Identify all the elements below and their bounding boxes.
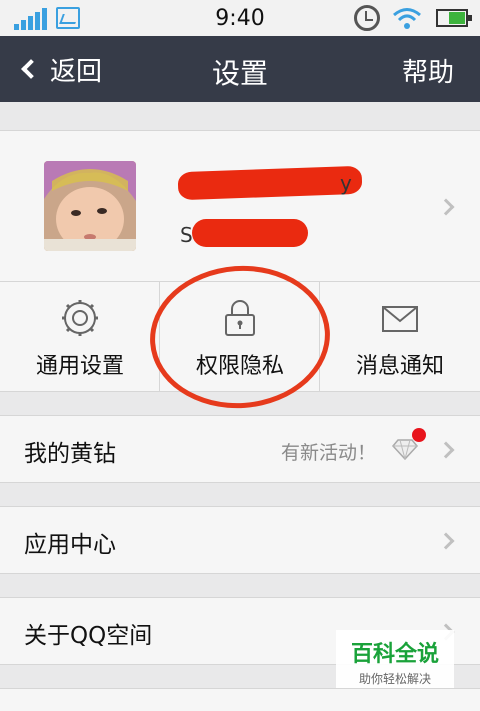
- tile-label: 通用设置: [35, 354, 124, 379]
- watermark: 百科全说 助你轻松解决: [336, 630, 454, 688]
- row-app-center[interactable]: 应用中心: [0, 506, 480, 574]
- chevron-right-icon: [437, 532, 455, 550]
- nickname-tail: y: [340, 171, 352, 195]
- subtitle-lead: S: [180, 223, 193, 247]
- row-label: 我的黄钻: [24, 441, 116, 467]
- new-activity-text: 有新活动！: [280, 442, 376, 464]
- name-redaction: [177, 165, 363, 201]
- tile-notifications[interactable]: 消息通知: [320, 282, 480, 392]
- watermark-title: 百科全说: [350, 642, 439, 667]
- chevron-right-icon: [437, 441, 455, 459]
- diamond-icon: [392, 439, 418, 460]
- subtitle-redaction: [192, 219, 308, 247]
- row-label: 应用中心: [24, 532, 116, 558]
- tile-label: 消息通知: [355, 354, 444, 379]
- wifi-icon: [393, 8, 421, 29]
- row-label: 关于QQ空间: [24, 623, 153, 649]
- battery-icon: [436, 9, 472, 27]
- alarm-icon: [354, 5, 380, 31]
- envelope-icon: [382, 306, 418, 332]
- notification-dot: [412, 428, 426, 442]
- gear-icon: [62, 300, 98, 336]
- profile-card[interactable]: y S: [0, 130, 480, 282]
- avatar: [44, 161, 136, 251]
- status-bar: 9:40: [0, 0, 480, 36]
- nav-bar: 返回 设置 帮助: [0, 36, 480, 102]
- row-yellow-diamond[interactable]: 我的黄钻 有新活动！: [0, 415, 480, 483]
- row-partial[interactable]: [0, 688, 480, 711]
- help-button[interactable]: 帮助: [402, 52, 454, 89]
- chevron-right-icon: [437, 198, 455, 216]
- tile-general-settings[interactable]: 通用设置: [0, 282, 160, 392]
- watermark-subtitle: 助你轻松解决: [358, 672, 431, 686]
